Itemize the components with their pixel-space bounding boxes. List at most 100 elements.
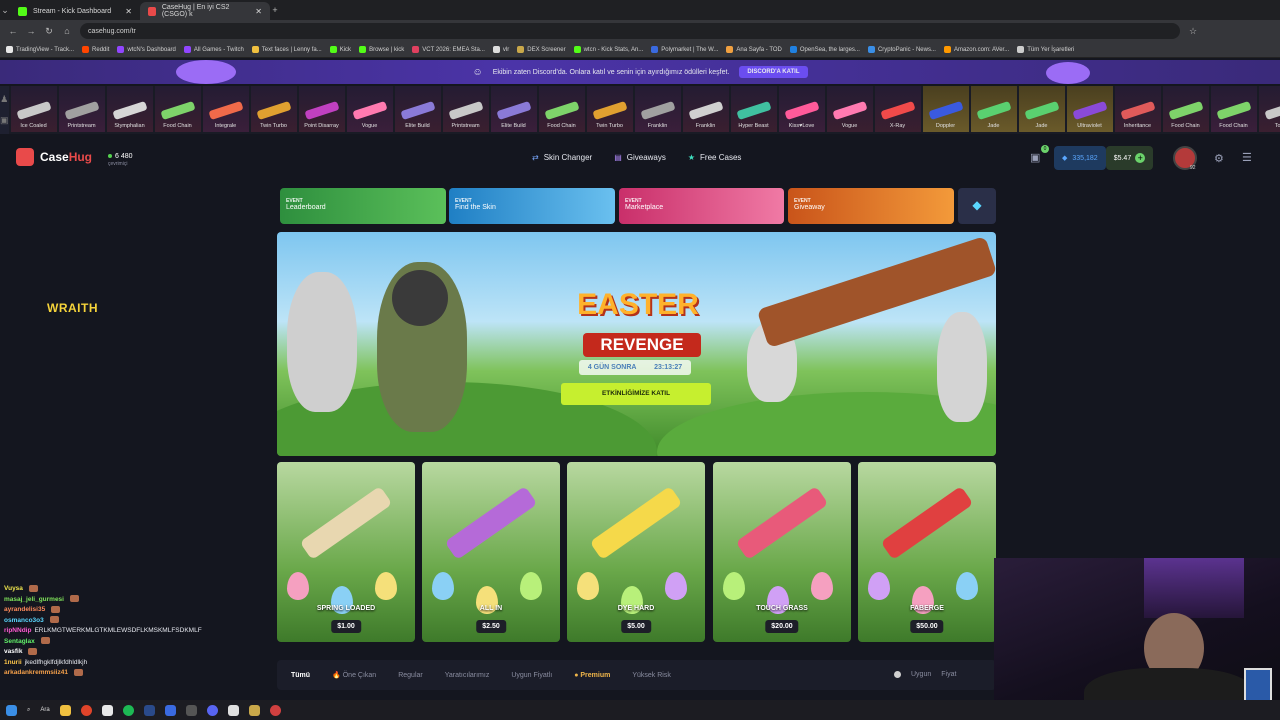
bookmark-item[interactable]: Text faces | Lenny fa... <box>251 46 322 53</box>
filter-high-risk[interactable]: Yüksek Risk <box>632 672 671 679</box>
case-card[interactable]: TOUCH GRASS $20.00 <box>713 462 851 642</box>
drop-item[interactable]: Ultraviolet <box>1066 86 1113 132</box>
drop-item[interactable]: Food Chain <box>1210 86 1257 132</box>
bookmark-item[interactable]: Browse | kick <box>359 46 404 53</box>
filter-featured[interactable]: 🔥 Öne Çıkan <box>332 671 376 679</box>
coin-balance[interactable]: ◆ 335,182 <box>1054 146 1106 170</box>
app-icon[interactable] <box>269 704 281 716</box>
box-icon[interactable]: ▣ <box>0 115 9 126</box>
close-tab-icon[interactable]: ✕ <box>125 7 132 16</box>
drop-item[interactable]: Jade <box>1018 86 1065 132</box>
bookmark-item[interactable]: VCT 2026: EMEA Sta... <box>412 46 485 53</box>
url-input[interactable]: casehug.com/tr <box>80 23 1180 39</box>
sort-toggle-icon[interactable] <box>894 671 901 678</box>
drops-toggle[interactable]: ♟ ▣ <box>0 86 9 134</box>
windows-start-icon[interactable] <box>6 704 17 716</box>
filter-regular[interactable]: Regular <box>398 672 423 679</box>
deposit-plus-icon[interactable]: + <box>1135 153 1146 163</box>
app-icon[interactable] <box>164 704 176 716</box>
drop-item[interactable]: Jade <box>970 86 1017 132</box>
bookmark-item[interactable]: Reddit <box>82 46 109 53</box>
discord-icon[interactable] <box>206 704 218 716</box>
drop-item[interactable]: Point Disarray <box>298 86 345 132</box>
bookmark-item[interactable]: Tüm Yer İşaretleri <box>1017 46 1074 53</box>
site-logo[interactable]: CaseHug <box>16 148 92 166</box>
bookmark-item[interactable]: CryptoPanic - News... <box>867 46 936 53</box>
drop-item[interactable]: Printstream <box>442 86 489 132</box>
user-icon[interactable]: ♟ <box>0 94 8 105</box>
forward-icon[interactable]: → <box>26 26 36 36</box>
app-icon[interactable] <box>248 704 260 716</box>
obs-icon[interactable] <box>227 704 239 716</box>
bookmark-item[interactable]: Ana Sayfa - TOD <box>726 46 782 53</box>
drop-item[interactable]: Stymphalian <box>106 86 153 132</box>
back-icon[interactable]: ← <box>8 26 18 36</box>
bookmark-star-icon[interactable]: ☆ <box>1188 26 1198 37</box>
steam-icon[interactable] <box>143 704 155 716</box>
drop-item[interactable]: Elite Build <box>394 86 441 132</box>
app-icon[interactable] <box>101 704 113 716</box>
drop-item[interactable]: Twin Turbo <box>586 86 633 132</box>
drop-item[interactable]: Vogue <box>346 86 393 132</box>
drop-item[interactable]: Integrale <box>202 86 249 132</box>
bookmark-item[interactable]: wtcn - Kick Stats, An... <box>573 46 643 53</box>
bookmark-item[interactable]: OpenSea, the larges... <box>789 46 860 53</box>
case-card[interactable]: FABERGE $50.00 <box>858 462 996 642</box>
cash-balance[interactable]: $5.47 + <box>1105 146 1154 170</box>
drop-item[interactable]: Tooth <box>1258 86 1280 132</box>
filter-creators[interactable]: Yaratıcılarımız <box>445 672 490 679</box>
bookmark-item[interactable]: Polymarket | The W... <box>651 46 718 53</box>
filter-premium[interactable]: ● Premium <box>574 672 610 679</box>
app-icon[interactable] <box>185 704 197 716</box>
drop-item[interactable]: Franklin <box>634 86 681 132</box>
bookmark-item[interactable]: TradingView - Track... <box>6 46 74 53</box>
drop-item[interactable]: Printstream <box>58 86 105 132</box>
event-giveaway[interactable]: EVENT Giveaway <box>788 188 954 224</box>
drop-item[interactable]: Food Chain <box>1162 86 1209 132</box>
event-leaderboard[interactable]: EVENT Leaderboard <box>280 188 446 224</box>
discord-join-button[interactable]: DISCORD'A KATIL <box>739 66 808 78</box>
bookmark-item[interactable]: DEX Screener <box>517 46 566 53</box>
browser-tab-casehug[interactable]: CaseHug | En iyi CS2 (CSGO) k ✕ <box>140 2 270 20</box>
filter-all[interactable]: Tümü <box>291 672 310 679</box>
drop-item[interactable]: Inheritance <box>1114 86 1161 132</box>
home-icon[interactable]: ⌂ <box>62 26 72 36</box>
chrome-icon[interactable] <box>80 704 92 716</box>
folder-icon[interactable] <box>59 704 71 716</box>
close-tab-icon[interactable]: ✕ <box>255 7 262 16</box>
drop-item[interactable]: Doppler <box>922 86 969 132</box>
drop-item[interactable]: Food Chain <box>154 86 201 132</box>
case-card[interactable]: ALL IN $2.50 <box>422 462 560 642</box>
drop-item[interactable]: Kiss♥Love <box>778 86 825 132</box>
event-marketplace[interactable]: EVENT Marketplace <box>619 188 784 224</box>
case-card[interactable]: SPRING LOADED $1.00 <box>277 462 415 642</box>
filter-affordable[interactable]: Uygun Fiyatlı <box>511 672 552 679</box>
drop-item[interactable]: Franklin <box>682 86 729 132</box>
drop-item[interactable]: Food Chain <box>538 86 585 132</box>
drop-item[interactable]: Vogue <box>826 86 873 132</box>
drop-item[interactable]: Elite Build <box>490 86 537 132</box>
new-tab-icon[interactable]: + <box>270 5 280 15</box>
price-sort[interactable]: Uygun Fiyat <box>894 671 956 678</box>
tab-menu-icon[interactable]: ⌄ <box>0 5 10 16</box>
hamburger-menu-icon[interactable]: ☰ <box>1242 151 1252 164</box>
event-find-the-skin[interactable]: EVENT Find the Skin <box>449 188 615 224</box>
bookmark-item[interactable]: vlr <box>492 46 509 53</box>
drop-item[interactable]: Ice Coaled <box>10 86 57 132</box>
case-card[interactable]: DYE HARD $5.00 <box>567 462 705 642</box>
join-event-button[interactable]: ETKİNLİĞİMİZE KATIL <box>561 383 711 405</box>
reload-icon[interactable]: ↻ <box>44 26 54 37</box>
taskbar-search[interactable]: Ara <box>40 707 49 713</box>
inventory-bag-icon[interactable]: ▣ <box>1030 151 1040 164</box>
drop-item[interactable]: Twin Turbo <box>250 86 297 132</box>
bookmark-item[interactable]: wtcN's Dashboard <box>117 46 176 53</box>
nav-skin-changer[interactable]: ⇄ Skin Changer <box>532 153 592 162</box>
drop-item[interactable]: Hyper Beast <box>730 86 777 132</box>
search-icon[interactable]: ⌕ <box>27 707 30 714</box>
browser-tab-kick[interactable]: Stream - Kick Dashboard ✕ <box>10 2 140 20</box>
bookmark-item[interactable]: Amazon.com: AVer... <box>943 46 1009 53</box>
bookmark-item[interactable]: Kick <box>329 46 351 53</box>
nav-giveaways[interactable]: ▤ Giveaways <box>614 153 666 162</box>
nav-free-cases[interactable]: ★ Free Cases <box>688 153 742 162</box>
drop-item[interactable]: X-Ray <box>874 86 921 132</box>
